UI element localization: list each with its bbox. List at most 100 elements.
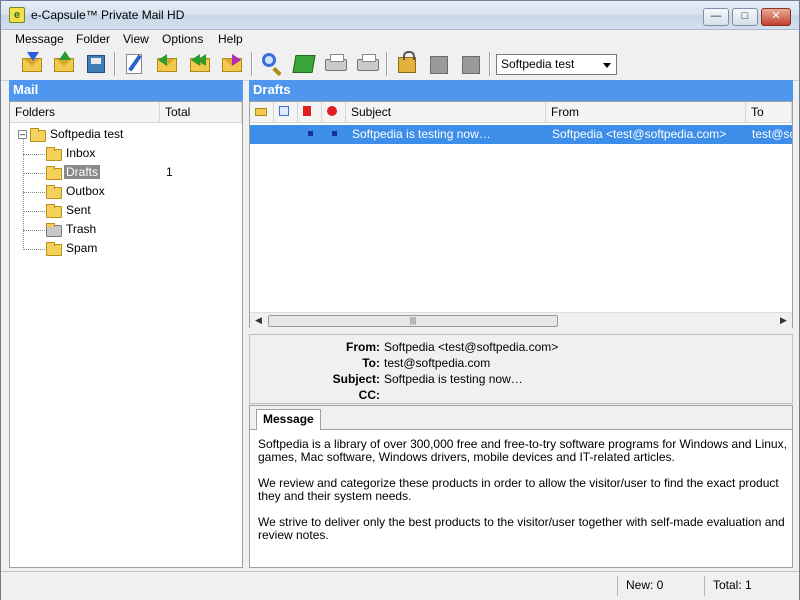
folder-tree[interactable]: Folders Total – Softpedia test Inbox Dra…: [9, 101, 243, 568]
message-list[interactable]: Subject From To Softpedia is testing now…: [249, 101, 793, 328]
find-button[interactable]: [259, 51, 285, 77]
menu-message[interactable]: Message: [15, 32, 64, 46]
toolbar: Softpedia test: [1, 48, 799, 81]
printer-icon: [325, 54, 347, 71]
outbox-icon: [46, 185, 62, 199]
menu-bar: Message Folder View Options Help: [1, 30, 799, 48]
column-total[interactable]: Total: [160, 102, 242, 123]
status-total-count: Total: 1: [704, 576, 794, 596]
column-priority[interactable]: [322, 102, 346, 123]
subject-label: Subject:: [332, 372, 380, 386]
receive-mail-button[interactable]: [19, 51, 45, 77]
tab-message[interactable]: Message: [256, 409, 321, 430]
encrypt-button[interactable]: [394, 51, 420, 77]
folder-outbox[interactable]: Outbox: [66, 184, 105, 198]
reply-arrow-icon: [158, 54, 167, 66]
priority-marker-icon: [332, 131, 337, 136]
app-icon[interactable]: e: [9, 7, 25, 23]
menu-folder[interactable]: Folder: [76, 32, 110, 46]
status-new-count: New: 0: [617, 576, 703, 596]
new-message-button[interactable]: [122, 51, 148, 77]
menu-options[interactable]: Options: [162, 32, 203, 46]
preview-tabs: Message: [250, 406, 792, 430]
forward-button[interactable]: [219, 51, 245, 77]
close-button[interactable]: ✕: [761, 8, 791, 26]
menu-view[interactable]: View: [123, 32, 149, 46]
flag-icon: [303, 106, 311, 116]
message-header-info: From: Softpedia <test@softpedia.com> To:…: [249, 334, 793, 404]
scroll-thumb[interactable]: |||: [268, 315, 558, 327]
toolbar-separator: [251, 52, 253, 76]
send-mail-button[interactable]: [51, 51, 77, 77]
column-flag[interactable]: [298, 102, 322, 123]
stop-icon: [327, 106, 337, 116]
reply-all-arrow-icon: [197, 54, 206, 66]
menu-help[interactable]: Help: [218, 32, 243, 46]
move-button[interactable]: [458, 51, 484, 77]
tree-line: [23, 211, 45, 212]
message-preview: Message Softpedia is a library of over 3…: [249, 405, 793, 568]
folder-spam[interactable]: Spam: [66, 241, 97, 255]
spam-icon: [46, 242, 62, 256]
copy-button[interactable]: [426, 51, 452, 77]
collapse-toggle-icon[interactable]: –: [18, 130, 27, 139]
scroll-right-icon[interactable]: ▶: [780, 315, 787, 326]
body-paragraph: Softpedia is a library of over 300,000 f…: [258, 437, 787, 464]
address-book-icon: [292, 55, 316, 73]
arrow-down-icon: [27, 52, 39, 61]
toolbar-separator: [114, 52, 116, 76]
body-paragraph: We strive to deliver only the best produ…: [258, 515, 785, 542]
maximize-button[interactable]: □: [732, 8, 758, 26]
message-from: Softpedia <test@softpedia.com>: [552, 127, 727, 141]
printer-refresh-icon: [357, 54, 379, 71]
list-pane-header: Drafts: [249, 80, 793, 101]
from-label: From:: [346, 340, 380, 354]
folder-sent[interactable]: Sent: [66, 203, 91, 217]
envelope-icon: [54, 58, 74, 72]
column-to[interactable]: To: [746, 102, 792, 123]
column-subject[interactable]: Subject: [346, 102, 546, 123]
folder-drafts[interactable]: Drafts: [64, 165, 101, 179]
tree-line: [23, 173, 45, 174]
message-row[interactable]: Softpedia is testing now… Softpedia <tes…: [250, 125, 792, 144]
profile-select-value: Softpedia test: [501, 57, 575, 71]
compose-icon: [126, 54, 142, 74]
floppy-disk-icon: [87, 55, 105, 73]
envelope-icon: [255, 108, 267, 116]
tree-root-account[interactable]: Softpedia test: [50, 127, 123, 141]
scroll-left-icon[interactable]: ◀: [255, 315, 262, 326]
trash-icon: [46, 223, 62, 237]
inbox-icon: [46, 147, 62, 161]
forward-arrow-icon: [232, 54, 241, 66]
cc-label: CC:: [358, 388, 380, 402]
folder-inbox[interactable]: Inbox: [66, 146, 95, 160]
to-value: test@softpedia.com: [384, 356, 491, 370]
reply-button[interactable]: [154, 51, 180, 77]
reply-all-button[interactable]: [187, 51, 213, 77]
folder-trash[interactable]: Trash: [66, 222, 96, 236]
sent-icon: [46, 204, 62, 218]
column-read-status[interactable]: [250, 102, 274, 123]
window-title: e-Capsule™ Private Mail HD: [31, 8, 185, 22]
print-button[interactable]: [323, 51, 349, 77]
profile-select[interactable]: Softpedia test: [496, 54, 617, 75]
save-button[interactable]: [83, 51, 109, 77]
print-preview-button[interactable]: [355, 51, 381, 77]
tree-line: [23, 192, 45, 193]
tree-line: [23, 230, 45, 231]
lock-icon: [398, 51, 416, 73]
copy-icon: [430, 56, 448, 74]
message-body[interactable]: Softpedia is a library of over 300,000 f…: [258, 438, 788, 555]
title-bar[interactable]: e e-Capsule™ Private Mail HD — □ ✕: [1, 1, 799, 30]
address-book-button[interactable]: [291, 51, 317, 77]
attachment-icon: [279, 106, 289, 116]
column-from[interactable]: From: [546, 102, 746, 123]
column-folders[interactable]: Folders: [10, 102, 160, 123]
column-attachment[interactable]: [274, 102, 298, 123]
from-value: Softpedia <test@softpedia.com>: [384, 340, 559, 354]
minimize-button[interactable]: —: [703, 8, 729, 26]
chevron-down-icon: [603, 63, 611, 68]
toolbar-separator: [489, 52, 491, 76]
horizontal-scrollbar[interactable]: ◀ ||| ▶: [250, 312, 792, 328]
to-label: To:: [362, 356, 380, 370]
